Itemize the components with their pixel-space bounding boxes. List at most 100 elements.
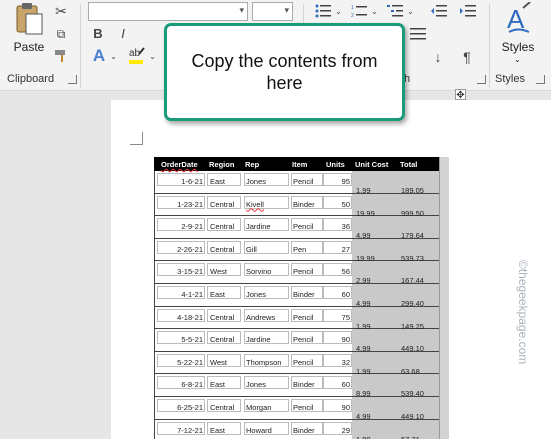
divider (489, 4, 490, 88)
font-size-box[interactable]: ▾ (252, 2, 293, 21)
cell-region: West (210, 267, 227, 277)
cell-orderdate: 7-12-21 (177, 425, 203, 435)
table-header-row: OrderDate Region Rep Item Units Unit Cos… (154, 157, 440, 171)
cell-rep: Jones (246, 177, 267, 186)
cell-rep: Morgan (246, 402, 272, 412)
table-row[interactable]: 6-8-21 East Jones Binder 60 8.99 539.40 (154, 374, 440, 398)
page-corner-mark (130, 132, 143, 145)
cell-region: East (210, 177, 226, 186)
show-formatting-icon[interactable]: ¶ (460, 48, 474, 66)
cell-orderdate: 4-1-21 (181, 289, 203, 299)
italic-icon[interactable]: I (115, 25, 131, 41)
cell-orderdate: 1-6-21 (181, 177, 203, 186)
cell-region: Central (210, 222, 235, 232)
cell-item: Binder (293, 425, 315, 435)
cell-region: Central (210, 402, 235, 412)
cut-icon[interactable]: ✂ (53, 3, 69, 19)
multilevel-list-icon[interactable] (386, 3, 404, 19)
cell-region: East (210, 289, 226, 299)
paste-button[interactable]: Paste (8, 2, 50, 64)
cell-region: Central (210, 244, 235, 254)
cell-rep: Jardine (246, 222, 271, 232)
paste-icon (16, 3, 43, 35)
chevron-down-icon: ▾ (284, 5, 289, 15)
styles-icon: A (507, 2, 531, 34)
svg-text:2: 2 (351, 13, 354, 18)
cell-rep: Thompson (246, 357, 282, 367)
cell-rep: Sorvino (246, 267, 272, 277)
table-row[interactable]: 2-9-21 Central Jardine Pencil 36 4.99 179.64 (154, 216, 440, 240)
numbering-icon[interactable]: 12 (350, 3, 368, 19)
cell-units: 75 (341, 312, 350, 322)
cell-rep: Andrews (246, 312, 276, 322)
cell-orderdate: 2-26-21 (177, 244, 203, 254)
chevron-down-icon[interactable]: ⌄ (109, 49, 118, 63)
clipboard-launcher-icon[interactable] (68, 75, 77, 84)
cell-item: Pen (293, 244, 307, 254)
table-row[interactable]: 7-12-21 East Howard Binder 29 1.99 57.71 (154, 419, 440, 439)
cell-unit-cost: 1.99 (356, 435, 371, 439)
header-orderdate: OrderDate (161, 160, 198, 169)
table-row[interactable]: 2-26-21 Central Gill Pen 27 19.99 539.73 (154, 238, 440, 263)
text-effects-icon[interactable]: A (90, 46, 108, 65)
divider (80, 4, 81, 88)
header-item: Item (292, 160, 308, 169)
cell-rep: Howard (246, 425, 272, 435)
table-body: 1-6-21 East Jones Pencil 95 1.99 189.05 1-23-21… (154, 171, 440, 439)
table-row[interactable]: 5-5-21 Central Jardine Pencil 90 4.99 449.10 (154, 329, 440, 353)
bullets-icon[interactable] (314, 3, 332, 19)
table-row[interactable]: 1-6-21 East Jones Pencil 95 1.99 189.05 (154, 171, 440, 195)
table-row[interactable]: 3-15-21 West Sorvino Pencil 56 2.99 167.44 (154, 261, 440, 285)
cell-item: Binder (293, 380, 315, 390)
clipboard-group-label: Clipboard (7, 73, 55, 85)
styles-label: Styles (501, 40, 535, 54)
chevron-down-icon: ▾ (239, 5, 244, 15)
cell-orderdate: 2-9-21 (181, 222, 203, 232)
callout-box: Copy the contents from here (164, 23, 405, 121)
styles-launcher-icon[interactable] (536, 75, 545, 84)
header-units: Units (326, 160, 345, 169)
table-row[interactable]: 6-25-21 Central Morgan Pencil 90 4.99 449.10 (154, 396, 440, 421)
decrease-indent-icon[interactable] (431, 3, 447, 19)
chevron-down-icon[interactable]: ⌄ (370, 4, 379, 18)
chevron-down-icon[interactable]: ⌄ (148, 49, 157, 63)
justify-icon[interactable] (410, 26, 426, 42)
cell-item: Pencil (293, 402, 314, 412)
table-row[interactable]: 5-22-21 West Thompson Pencil 32 1.99 63.68 (154, 351, 440, 376)
cell-item: Binder (293, 199, 315, 209)
chevron-down-icon: ⌄ (514, 55, 521, 64)
cell-units: 56 (341, 267, 350, 277)
cell-orderdate: 6-8-21 (181, 380, 203, 390)
cell-rep: Jones (246, 289, 267, 299)
cell-units: 90 (341, 402, 350, 412)
cell-orderdate: 5-5-21 (181, 335, 203, 345)
table-move-handle-icon[interactable]: ✥ (455, 89, 466, 101)
copy-icon[interactable]: ⧉ (53, 26, 69, 42)
cell-units: 36 (341, 222, 350, 232)
cell-item: Pencil (293, 177, 314, 186)
svg-text:1: 1 (351, 5, 354, 11)
chevron-down-icon[interactable]: ⌄ (406, 4, 415, 18)
cell-item: Binder (293, 289, 315, 299)
data-table[interactable]: OrderDate Region Rep Item Units Unit Cos… (154, 157, 440, 439)
cell-item: Pencil (293, 335, 314, 345)
format-painter-icon[interactable] (53, 48, 69, 64)
table-row[interactable]: 4-18-21 Central Andrews Pencil 75 1.99 149.25 (154, 306, 440, 331)
highlight-icon[interactable]: ab (127, 44, 147, 66)
cell-total: 57.71 (401, 435, 420, 439)
cell-units: 60 (341, 289, 350, 299)
paragraph-launcher-icon[interactable] (477, 75, 486, 84)
cell-orderdate: 5-22-21 (177, 357, 203, 367)
cell-orderdate: 4-18-21 (177, 312, 203, 322)
table-row[interactable]: 1-23-21 Central Kivell Binder 50 19.99 999.50 (154, 193, 440, 218)
styles-button[interactable]: A Styles ⌄ (496, 2, 540, 64)
sort-icon[interactable]: ↓ (431, 48, 445, 66)
cell-item: Pencil (293, 222, 314, 232)
cell-units: 60 (341, 380, 350, 390)
increase-indent-icon[interactable] (460, 3, 476, 19)
font-name-box[interactable]: ▾ (88, 2, 248, 21)
chevron-down-icon[interactable]: ⌄ (334, 4, 343, 18)
cell-region: East (210, 425, 226, 435)
bold-icon[interactable]: B (90, 25, 106, 41)
table-row[interactable]: 4-1-21 East Jones Binder 60 4.99 299.40 (154, 283, 440, 308)
